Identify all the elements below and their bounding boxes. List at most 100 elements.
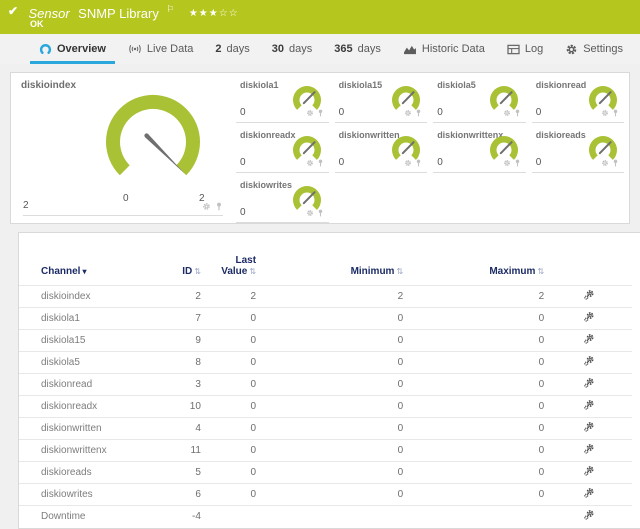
channel-name: diskiola1 [19,308,160,330]
gauge-panel[interactable]: diskiowrites 0 [233,175,332,225]
channel-settings-icon[interactable] [583,399,595,411]
tab-30-days[interactable]: 30 days [261,34,324,64]
tab-label: days [289,43,312,55]
channel-row[interactable]: Downtime -4 [19,506,632,528]
tab-label: Settings [583,43,623,55]
channel-last-value: 0 [203,352,258,374]
channel-row[interactable]: diskionreadx 10 0 0 0 [19,396,632,418]
channel-settings-icon[interactable] [583,377,595,389]
tab-2-days[interactable]: 2 days [204,34,260,64]
column-header-maximum[interactable]: Maximum⇅ [405,253,546,286]
column-header-last-value[interactable]: Last Value⇅ [203,253,258,286]
channel-name: diskionwritten [19,418,160,440]
pin-icon[interactable] [215,202,223,211]
channel-row[interactable]: diskiola1 7 0 0 0 [19,308,632,330]
channel-minimum: 0 [258,484,405,506]
channel-id: 2 [160,286,203,308]
priority-stars[interactable]: ★★★☆☆ [189,8,239,19]
gauge-settings-icon[interactable] [503,109,511,117]
channel-settings-icon[interactable] [583,487,595,499]
gauge-panel[interactable]: diskiola1 0 [233,75,332,125]
sensor-titlebar: ✔ Sensor SNMP Library ⚐ ★★★☆☆ OK [0,0,640,34]
gauge-panel[interactable]: diskioreads 0 [529,125,628,175]
channel-row[interactable]: diskiowrites 6 0 0 0 [19,484,632,506]
tab-live-data[interactable]: Live Data [117,34,204,64]
pin-icon[interactable] [415,109,422,117]
channel-settings-icon[interactable] [583,311,595,323]
sensor-name: SNMP Library [78,6,159,21]
channel-maximum: 0 [405,352,546,374]
channel-row[interactable]: diskioindex 2 2 2 2 [19,286,632,308]
sort-icon: ⇅ [537,267,544,276]
gauge-settings-icon[interactable] [404,109,412,117]
pin-icon[interactable] [514,159,521,167]
tab-365-days[interactable]: 365 days [323,34,392,64]
channel-row[interactable]: diskiola5 8 0 0 0 [19,352,632,374]
pin-icon[interactable] [514,109,521,117]
gauge-panel[interactable]: diskiola15 0 [332,75,431,125]
pin-icon[interactable] [415,159,422,167]
channel-minimum: 0 [258,418,405,440]
flag-icon[interactable]: ⚐ [166,4,174,14]
channel-settings-icon[interactable] [583,509,595,521]
gauge-panel[interactable]: diskiola5 0 [430,75,529,125]
sort-desc-icon: ▾ [82,267,86,276]
channel-name: diskionread [19,374,160,396]
tab-overview[interactable]: Overview [28,34,117,64]
channel-settings-icon[interactable] [583,465,595,477]
gauge-panel[interactable]: diskionwrittenx 0 [430,125,529,175]
column-header-minimum[interactable]: Minimum⇅ [258,253,405,286]
pin-icon[interactable] [317,109,324,117]
channel-settings-icon[interactable] [583,421,595,433]
channel-maximum: 0 [405,418,546,440]
channel-last-value: 0 [203,330,258,352]
channel-id: -4 [160,506,203,528]
column-header-id[interactable]: ID⇅ [160,253,203,286]
gauge-settings-icon[interactable] [404,159,412,167]
column-header-channel[interactable]: Channel▾ [19,253,160,286]
channel-name: diskionreadx [19,396,160,418]
gauge-settings-icon[interactable] [202,202,211,211]
column-label: Channel [41,266,80,277]
tab-label-number: 365 [334,43,352,55]
channel-row[interactable]: diskiola15 9 0 0 0 [19,330,632,352]
tab-log[interactable]: Log [496,34,554,64]
pin-icon[interactable] [612,109,619,117]
channel-last-value: 0 [203,308,258,330]
channel-minimum: 0 [258,462,405,484]
gauge-icon [39,43,52,56]
tab-settings[interactable]: Settings [554,34,634,64]
pin-icon[interactable] [317,209,324,217]
tab-historic-data[interactable]: Historic Data [392,34,496,64]
channel-settings-icon[interactable] [583,333,595,345]
pin-icon[interactable] [317,159,324,167]
gauge-value: 0 [536,157,542,168]
channel-settings-icon[interactable] [583,355,595,367]
gauge-settings-icon[interactable] [306,109,314,117]
gauge-settings-icon[interactable] [306,159,314,167]
channel-row[interactable]: diskioreads 5 0 0 0 [19,462,632,484]
channel-row[interactable]: diskionread 3 0 0 0 [19,374,632,396]
tab-label: Overview [57,43,106,55]
gauge-value: 0 [240,207,246,218]
gauge-settings-icon[interactable] [503,159,511,167]
gauge-settings-icon[interactable] [601,109,609,117]
channel-id: 7 [160,308,203,330]
pin-icon[interactable] [612,159,619,167]
sort-icon: ⇅ [396,267,403,276]
channel-settings-icon[interactable] [583,443,595,455]
tab-label: days [227,43,250,55]
gauge-panel[interactable]: diskionwritten 0 [332,125,431,175]
gauge-panel[interactable]: diskionread 0 [529,75,628,125]
channel-last-value: 2 [203,286,258,308]
gauge-panel-main[interactable]: diskioindex 0 2 2 [11,73,233,223]
channel-minimum: 0 [258,440,405,462]
gauge-settings-icon[interactable] [306,209,314,217]
column-header-actions [546,253,632,286]
gauge-settings-icon[interactable] [601,159,609,167]
channel-settings-icon[interactable] [583,289,595,301]
channel-row[interactable]: diskionwrittenx 11 0 0 0 [19,440,632,462]
channel-row[interactable]: diskionwritten 4 0 0 0 [19,418,632,440]
channel-name: diskiola15 [19,330,160,352]
gauge-panel[interactable]: diskionreadx 0 [233,125,332,175]
